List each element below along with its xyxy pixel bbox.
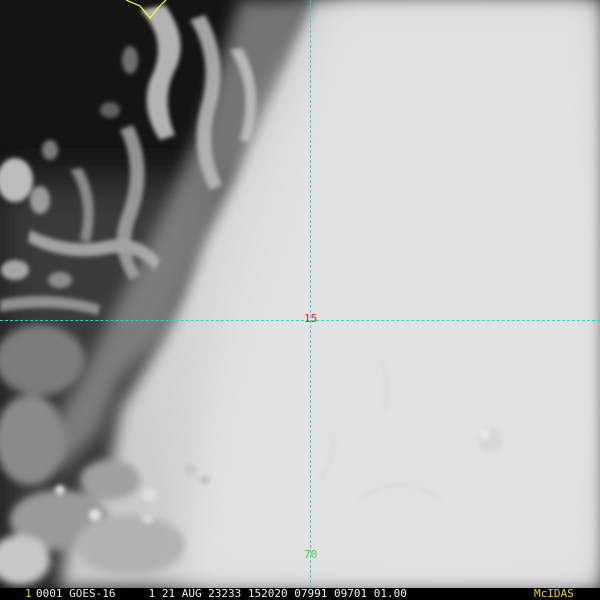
latitude-gridline bbox=[0, 320, 600, 321]
satellite-visible-image bbox=[0, 0, 600, 588]
longitude-gridline bbox=[310, 0, 311, 588]
latitude-label: 15 bbox=[304, 312, 318, 325]
longitude-label: 70 bbox=[304, 548, 318, 561]
satellite-image-viewer: 15 70 1 0001 GOES-16 1 21 AUG 23233 1520… bbox=[0, 0, 600, 600]
software-label: McIDAS bbox=[534, 588, 574, 600]
status-bar: 1 0001 GOES-16 1 21 AUG 23233 152020 079… bbox=[0, 588, 600, 600]
image-metadata-text: 0001 GOES-16 1 21 AUG 23233 152020 07991… bbox=[36, 588, 407, 600]
frame-number: 1 bbox=[25, 588, 32, 600]
